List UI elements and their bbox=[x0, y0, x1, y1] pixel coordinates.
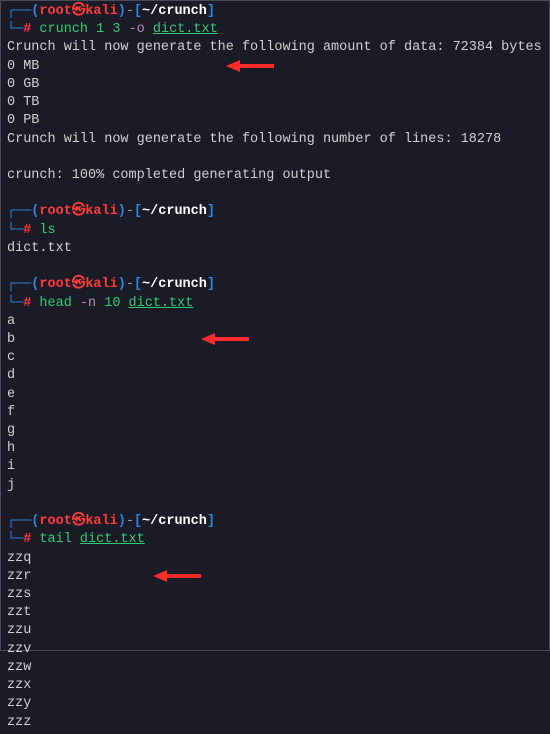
output-line bbox=[7, 495, 543, 513]
output-line: zzy bbox=[7, 695, 543, 713]
output-line: dict.txt bbox=[7, 240, 543, 258]
output-line: zzz bbox=[7, 714, 543, 732]
prompt-hash: # bbox=[23, 532, 39, 547]
command-ls[interactable]: ls bbox=[39, 223, 55, 238]
prompt-path: ~/crunch bbox=[142, 4, 207, 19]
cmd-token: tail bbox=[39, 532, 71, 547]
prompt-line-2: └─# ls bbox=[7, 222, 543, 240]
cmd-token: ls bbox=[39, 223, 55, 238]
output-line: 0 TB bbox=[7, 94, 543, 112]
cmd-token: 10 bbox=[104, 296, 120, 311]
skull-icon: ㉿ bbox=[72, 204, 86, 219]
command-head[interactable]: head -n 10 dict.txt bbox=[39, 296, 193, 311]
output-line: c bbox=[7, 349, 543, 367]
output-line: i bbox=[7, 458, 543, 476]
output-line: d bbox=[7, 367, 543, 385]
prompt-user: root bbox=[39, 514, 71, 529]
output-line: zzs bbox=[7, 586, 543, 604]
prompt-host: kali bbox=[85, 204, 117, 219]
cmd-token: head bbox=[39, 296, 71, 311]
prompt-line-1: ┌──(root㉿kali)-[~/crunch] bbox=[7, 3, 543, 21]
cmd-token: dict.txt bbox=[80, 532, 145, 547]
prompt-line-1: ┌──(root㉿kali)-[~/crunch] bbox=[7, 203, 543, 221]
output-line: zzw bbox=[7, 659, 543, 677]
output-line: g bbox=[7, 422, 543, 440]
prompt-hash: # bbox=[23, 223, 39, 238]
arrow-icon bbox=[153, 531, 201, 620]
output-line: 0 MB bbox=[7, 58, 543, 76]
output-line: a bbox=[7, 313, 543, 331]
arrow-icon bbox=[201, 295, 249, 384]
output-line: zzr bbox=[7, 568, 543, 586]
prompt-line-1: ┌──(root㉿kali)-[~/crunch] bbox=[7, 513, 543, 531]
prompt-user: root bbox=[39, 277, 71, 292]
prompt-path: ~/crunch bbox=[142, 277, 207, 292]
output-line: j bbox=[7, 477, 543, 495]
prompt-line-2: └─# tail dict.txt bbox=[7, 531, 543, 549]
prompt-path: ~/crunch bbox=[142, 204, 207, 219]
prompt-host: kali bbox=[85, 4, 117, 19]
output-line: f bbox=[7, 404, 543, 422]
prompt-user: root bbox=[39, 204, 71, 219]
skull-icon: ㉿ bbox=[72, 514, 86, 529]
output-line bbox=[7, 149, 543, 167]
output-line: 0 GB bbox=[7, 76, 543, 94]
output-line: zzv bbox=[7, 641, 543, 659]
output-line bbox=[7, 185, 543, 203]
output-line: zzt bbox=[7, 604, 543, 622]
skull-icon: ㉿ bbox=[72, 4, 86, 19]
arrow-icon bbox=[226, 21, 274, 110]
output-line: zzu bbox=[7, 622, 543, 640]
prompt-line-2: └─# head -n 10 dict.txt bbox=[7, 295, 543, 313]
output-line bbox=[7, 258, 543, 276]
prompt-host: kali bbox=[85, 277, 117, 292]
output-line: e bbox=[7, 386, 543, 404]
prompt-hash: # bbox=[23, 22, 39, 37]
output-line: b bbox=[7, 331, 543, 349]
prompt-host: kali bbox=[85, 514, 117, 529]
output-line: 0 PB bbox=[7, 112, 543, 130]
skull-icon: ㉿ bbox=[72, 277, 86, 292]
cmd-token: dict.txt bbox=[153, 22, 218, 37]
prompt-path: ~/crunch bbox=[142, 514, 207, 529]
cmd-token: dict.txt bbox=[129, 296, 194, 311]
prompt-user: root bbox=[39, 4, 71, 19]
cmd-token: -n bbox=[80, 296, 96, 311]
prompt-line-2: └─# crunch 1 3 -o dict.txt bbox=[7, 21, 543, 39]
cmd-token: crunch bbox=[39, 22, 88, 37]
output-line: Crunch will now generate the following n… bbox=[7, 131, 543, 149]
terminal-output: ┌──(root㉿kali)-[~/crunch]└─# crunch 1 3 … bbox=[1, 1, 549, 734]
cmd-token: -o bbox=[129, 22, 145, 37]
cmd-token: 1 bbox=[96, 22, 104, 37]
prompt-line-1: ┌──(root㉿kali)-[~/crunch] bbox=[7, 276, 543, 294]
command-tail[interactable]: tail dict.txt bbox=[39, 532, 144, 547]
output-line: zzq bbox=[7, 550, 543, 568]
output-line: Crunch will now generate the following a… bbox=[7, 39, 543, 57]
output-line: h bbox=[7, 440, 543, 458]
cmd-token: 3 bbox=[112, 22, 120, 37]
output-line: zzx bbox=[7, 677, 543, 695]
output-line: crunch: 100% completed generating output bbox=[7, 167, 543, 185]
command-crunch[interactable]: crunch 1 3 -o dict.txt bbox=[39, 22, 217, 37]
prompt-hash: # bbox=[23, 296, 39, 311]
